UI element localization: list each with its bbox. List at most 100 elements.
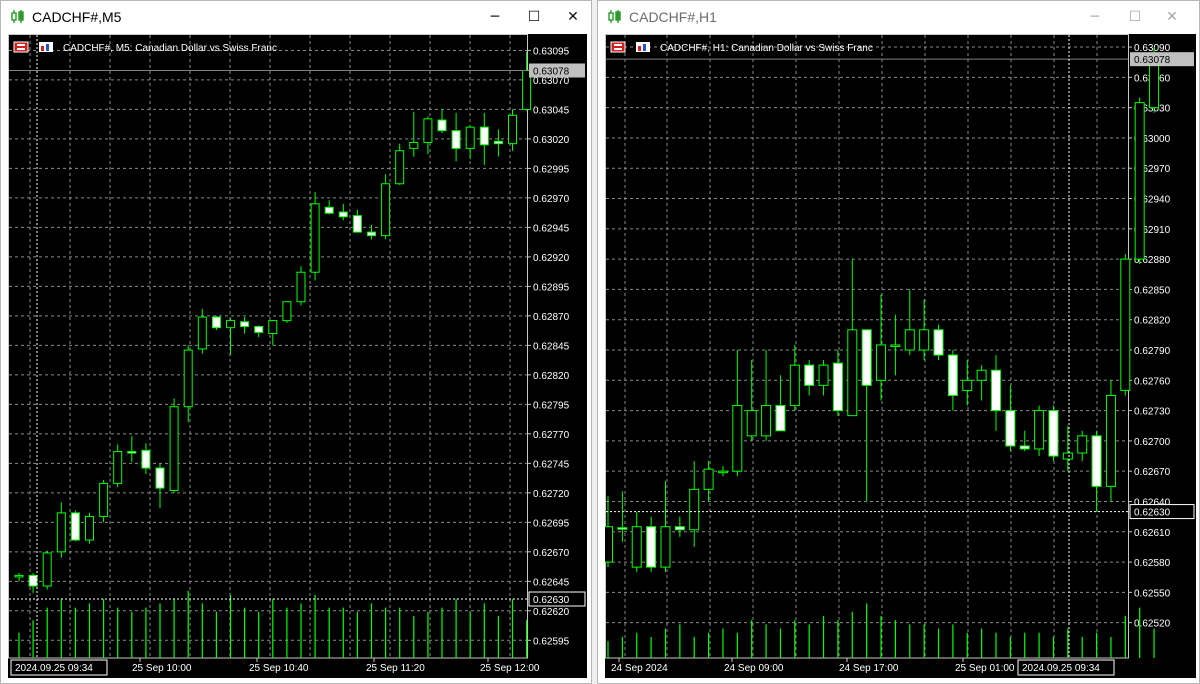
close-button[interactable]: ✕ [561,6,585,28]
candle-bear [28,574,38,587]
candle-bull [183,349,193,408]
candle-bull [876,344,887,381]
candle-bear [493,140,503,145]
candle-bear [861,329,872,386]
y-tick-label: 0.62820 [533,371,570,382]
y-tick-label: 0.62745 [533,459,570,470]
candle-bear [1048,410,1059,457]
window-title: CADCHF#,H1 [629,9,717,25]
minimize-button[interactable]: ─ [1083,6,1107,28]
candle-bear [1005,410,1016,447]
candle-bull [660,526,671,568]
crosshair-price-label: 0.62630 [533,595,570,606]
candle-bear [1019,445,1030,450]
candle-bull [890,344,901,347]
maximize-button[interactable]: ☐ [1123,6,1147,28]
y-tick-label: 0.62595 [533,636,570,647]
y-tick-label: 0.63045 [533,105,570,116]
candle-bull [1149,58,1160,109]
candle-bull [56,512,66,553]
one-click-trading-icon[interactable] [13,41,29,53]
price-chart[interactable]: 0.630900.630600.630300.630000.629700.629… [603,34,1196,678]
y-tick-label: 0.62820 [1134,316,1171,327]
candle-bull [1105,394,1116,487]
candle-bull [732,405,743,472]
minimize-button[interactable]: ─ [483,6,507,28]
chart-window-m5[interactable]: CADCHF#,M5 ─ ☐ ✕ 0.63095 0.63070 0.63045 0.… [0,0,592,684]
y-tick-label: 0.62920 [533,253,570,264]
candle-bull [847,329,858,417]
candle-bull [717,470,728,474]
candle-bear [254,325,264,333]
x-tick-label: 25 Sep 11:20 [366,663,425,674]
candle-bull [169,406,179,491]
icon-bar [46,44,49,51]
candle-bull [603,526,613,563]
candle-bear [338,211,348,218]
candle-bear [211,316,221,329]
crosshair-time-label: 2024.09.25 09:34 [15,663,93,674]
candle-bull [296,271,306,303]
candlestick-icon [10,9,25,29]
x-tick-label: 25 Sep 10:00 [132,663,192,674]
title-bar[interactable]: CADCHF#,M5 ─ ☐ ✕ [1,1,591,34]
candle-bear [617,527,628,530]
current-price-label: 0.63078 [533,66,570,77]
candle-bear [127,451,137,454]
candle-bull [689,488,700,531]
y-tick-label: 0.62670 [533,548,570,559]
candle-bull [746,410,757,437]
y-tick-label: 0.63020 [533,135,570,146]
y-tick-label: 0.62995 [533,164,570,175]
title-bar[interactable]: CADCHF#,H1 ─ ☐ ✕ [598,1,1199,34]
y-tick-label: 0.62795 [533,400,570,411]
x-tick-label: 25 Sep 01:00 [955,663,1015,674]
candle-bear [155,467,165,489]
symbol-description: CADCHF#, H1: Canadian Dollar vs Swiss Fr… [660,43,873,54]
candle-bull [409,141,419,149]
candle-bull [268,320,278,335]
window-title: CADCHF#,M5 [32,9,122,25]
candle-bull [381,183,391,237]
y-tick-label: 0.62850 [1134,285,1171,296]
x-tick-label: 24 Sep 09:00 [724,663,784,674]
candle-bull [1034,410,1045,450]
candle-bull [85,515,94,541]
crosshair-price-label: 0.62630 [1134,508,1171,519]
y-tick-label: 0.63095 [533,46,570,57]
y-tick-label: 0.62720 [533,489,570,500]
price-chart[interactable]: 0.63095 0.63070 0.63045 0.63020 0.62995 0.629… [8,34,587,678]
icon-stripe [614,44,622,46]
candle-bull [761,405,772,437]
chart-window-h1[interactable]: CADCHF#,H1 ─ ☐ ✕ 0.630900.630600.630300.… [597,0,1200,684]
close-button[interactable]: ✕ [1160,6,1184,28]
candle-bear [646,526,657,568]
candle-bull [904,329,915,351]
candle-bull [631,526,642,568]
candle-bull [310,203,320,273]
crosshair-time-label: 2024.09.25 09:34 [1022,663,1100,674]
one-click-trading-icon[interactable] [610,41,626,53]
y-tick-label: 0.62645 [533,577,570,588]
y-tick-label: 0.62970 [533,194,570,205]
x-tick-label: 25 Sep 12:00 [480,663,540,674]
symbol-description: CADCHF#, M5: Canadian Dollar vs Swiss Fr… [63,43,277,54]
candle-bear [479,126,489,146]
candle-bull [423,118,433,143]
candle-bull [395,150,405,185]
chart-area[interactable]: 0.630900.630600.630300.630000.629700.629… [603,34,1196,678]
current-price-label: 0.63078 [1134,55,1171,66]
y-tick-label: 0.62790 [1134,346,1171,357]
maximize-button[interactable]: ☐ [522,6,546,28]
chart-area[interactable]: 0.63095 0.63070 0.63045 0.63020 0.62995 0.629… [8,34,587,678]
candle-bull [919,329,930,351]
y-tick-label: 0.63070 [533,76,570,87]
candle-bull [282,301,292,322]
y-tick-label: 0.62845 [533,341,570,352]
candle-bear [1091,435,1102,487]
candle-bull [962,379,973,391]
candle-bear [451,130,461,149]
candle-bull [226,320,235,329]
y-tick-label: 0.62945 [533,223,570,234]
y-tick-label: 0.62620 [533,607,570,618]
